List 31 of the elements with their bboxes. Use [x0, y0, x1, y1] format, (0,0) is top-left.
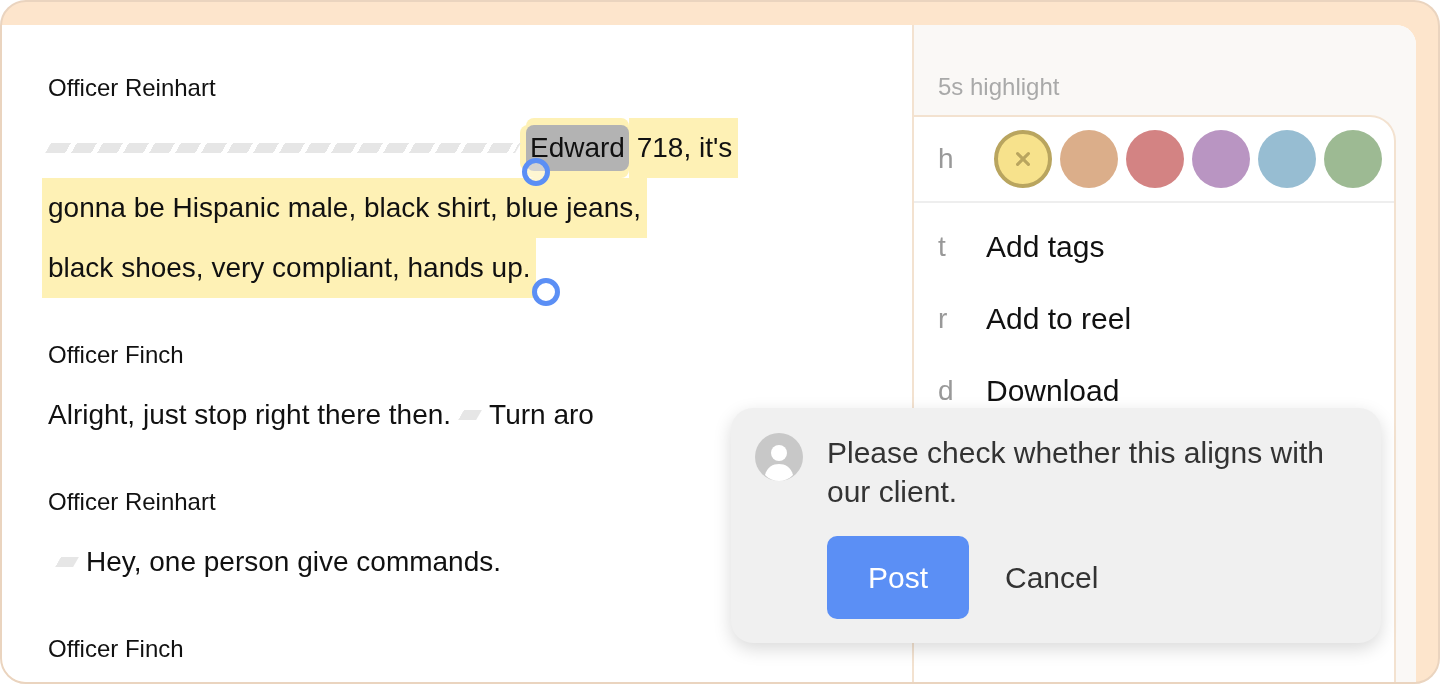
speaker-name: Officer Finch	[48, 343, 184, 367]
close-icon	[1014, 150, 1032, 168]
shortcut-key: d	[938, 375, 986, 407]
color-swatch[interactable]	[1192, 130, 1250, 188]
menu-item[interactable]: Add tags	[986, 230, 1105, 264]
transcript-text: gonna be Hispanic male, black shirt, blue jeans,	[42, 178, 647, 238]
color-swatch[interactable]	[1126, 130, 1184, 188]
redaction-mark	[458, 410, 482, 420]
shortcut-key: r	[938, 303, 986, 335]
highlight-duration: 5s highlight	[937, 73, 1061, 101]
transcript-text: Hey, one person give commands.	[86, 545, 502, 579]
shortcut-key: t	[938, 231, 986, 263]
menu-item[interactable]: Download	[986, 374, 1120, 408]
avatar-icon	[755, 433, 803, 481]
speaker-name: Officer Reinhart	[48, 76, 216, 100]
color-swatch[interactable]	[994, 130, 1052, 188]
color-swatch[interactable]	[1060, 130, 1118, 188]
transcript-text: Alright, just stop right there then.	[48, 398, 452, 432]
transcript-text: 718, it's	[628, 118, 739, 178]
cancel-button[interactable]: Cancel	[1005, 560, 1099, 595]
speaker-name: Officer Finch	[48, 637, 184, 661]
redaction-mark	[55, 557, 79, 567]
speaker-name: Officer Reinhart	[48, 490, 216, 514]
color-swatch[interactable]	[1258, 130, 1316, 188]
menu-item[interactable]: Add to reel	[986, 302, 1132, 336]
transcript-text: black shoes, very compliant, hands up.	[42, 238, 537, 298]
comment-text: Please check whether this aligns with our client.	[827, 435, 1325, 510]
selection-handle[interactable]	[532, 278, 561, 306]
color-swatch[interactable]	[1324, 130, 1382, 188]
transcript-text: Turn aro	[489, 398, 594, 432]
shortcut-key: h	[938, 143, 986, 175]
